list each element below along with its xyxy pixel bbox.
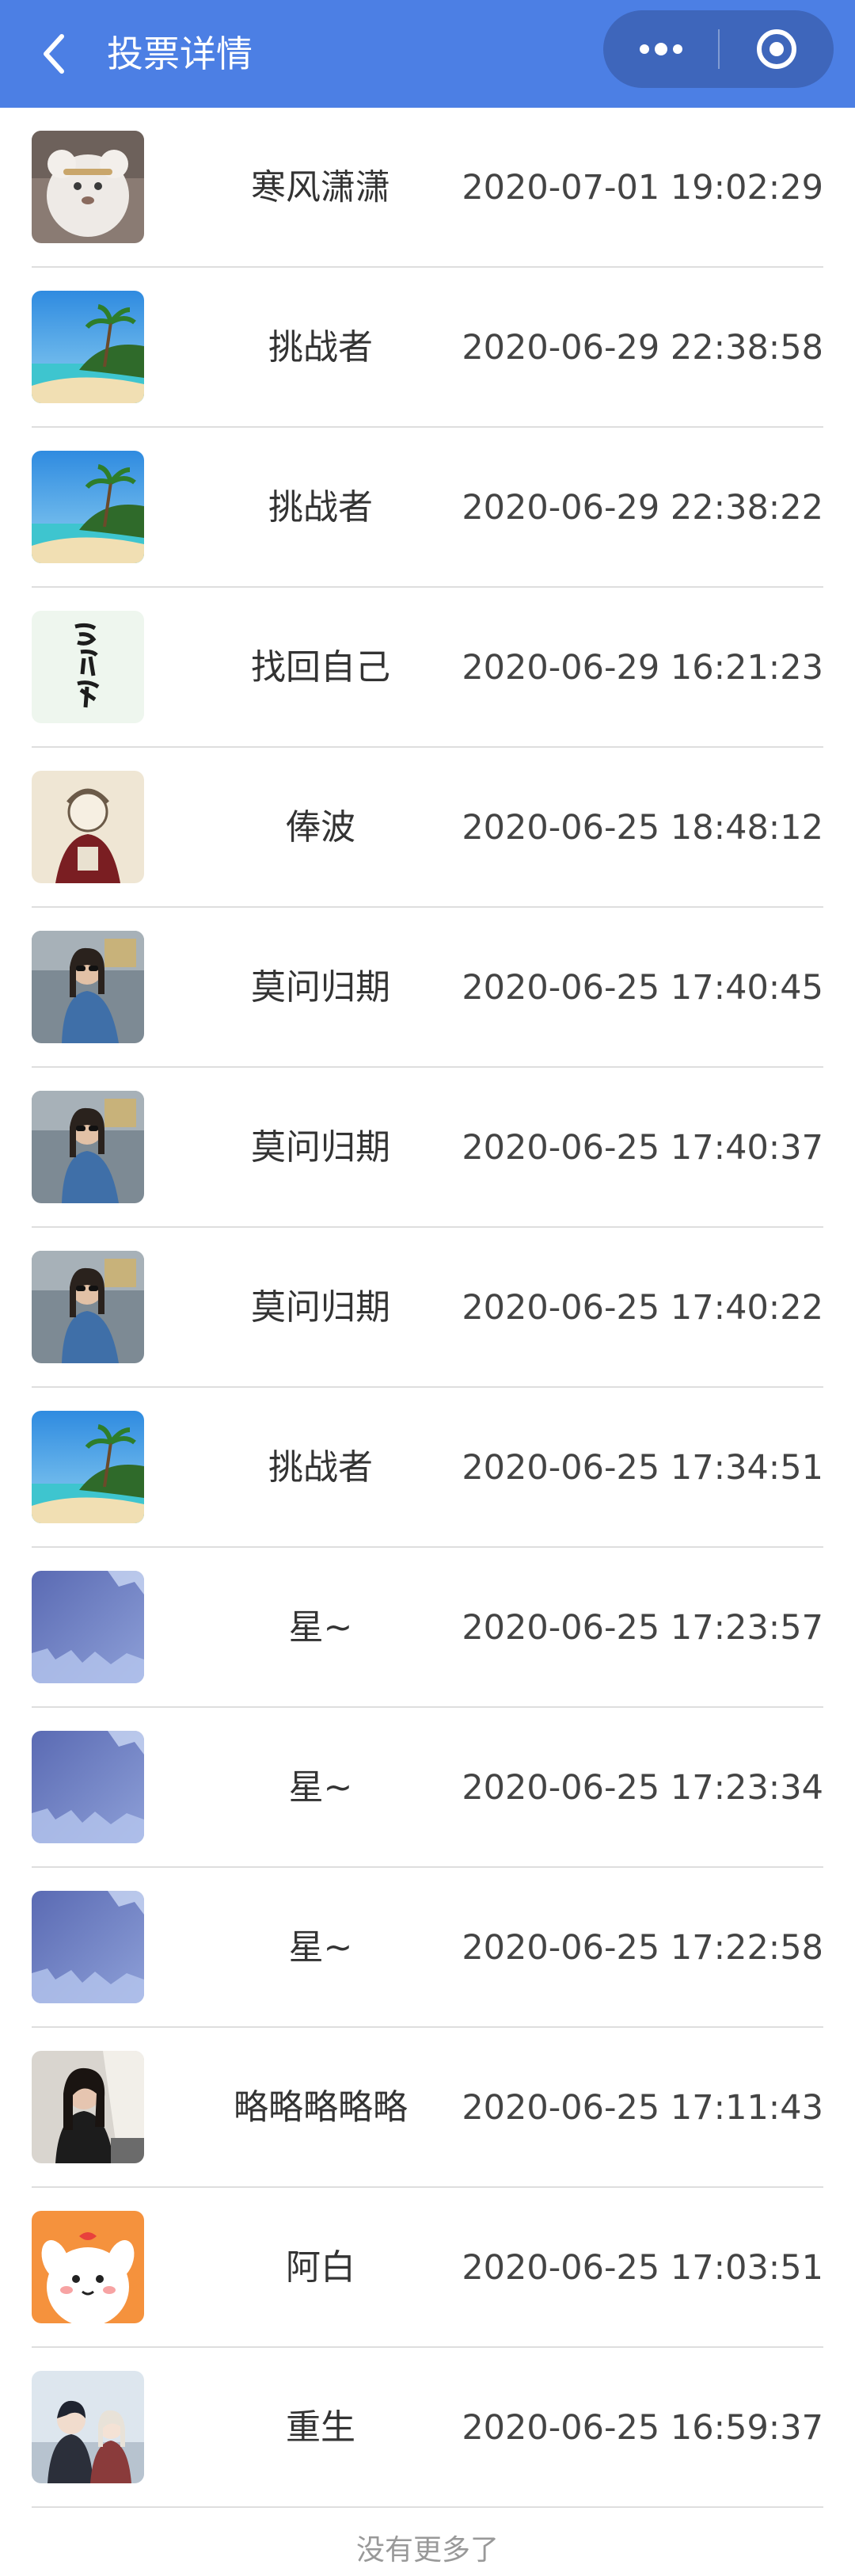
more-dots-icon	[639, 43, 682, 55]
voter-name: 莫问归期	[251, 1287, 390, 1328]
vote-time: 2020-06-25 17:40:37	[462, 1128, 823, 1168]
avatar[interactable]	[32, 2051, 144, 2163]
blue-abstract-avatar	[32, 1571, 144, 1683]
avatar[interactable]	[32, 1091, 144, 1203]
voter-name: 俸波	[286, 807, 355, 848]
vote-time: 2020-06-25 17:40:22	[462, 1288, 823, 1328]
woman-sunglasses-avatar	[32, 1251, 144, 1363]
page-title: 投票详情	[107, 32, 253, 75]
vote-row: 俸波 2020-06-25 18:48:12	[0, 748, 855, 908]
vote-time: 2020-07-01 19:02:29	[462, 168, 823, 208]
vote-row: 重生 2020-06-25 16:59:37	[0, 2348, 855, 2508]
vote-time: 2020-06-25 17:03:51	[462, 2248, 823, 2288]
vote-time: 2020-06-25 18:48:12	[462, 808, 823, 848]
avatar[interactable]	[32, 931, 144, 1043]
voter-name: 星~	[288, 1767, 353, 1808]
voter-name: 挑战者	[268, 1447, 373, 1488]
chevron-left-icon	[44, 34, 64, 74]
voter-name: 莫问归期	[251, 1127, 390, 1168]
avatar[interactable]	[32, 1411, 144, 1523]
beach-palm-avatar	[32, 451, 144, 563]
blue-abstract-avatar	[32, 1731, 144, 1843]
avatar[interactable]	[32, 1731, 144, 1843]
vote-row: 星~ 2020-06-25 17:23:57	[0, 1548, 855, 1708]
vote-row: 找回自己 2020-06-29 16:21:23	[0, 588, 855, 748]
voter-name: 阿白	[286, 2247, 355, 2288]
voter-name: 莫问归期	[251, 967, 390, 1008]
vote-row: 挑战者 2020-06-25 17:34:51	[0, 1388, 855, 1548]
vote-row: 莫问归期 2020-06-25 17:40:22	[0, 1228, 855, 1388]
vote-time: 2020-06-29 16:21:23	[462, 648, 823, 688]
avatar[interactable]	[32, 611, 144, 723]
vote-time: 2020-06-25 17:23:57	[462, 1608, 823, 1648]
avatar[interactable]	[32, 291, 144, 403]
vote-time: 2020-06-29 22:38:58	[462, 328, 823, 368]
mini-program-capsule	[603, 10, 834, 88]
avatar[interactable]	[32, 451, 144, 563]
vote-time: 2020-06-29 22:38:22	[462, 488, 823, 528]
vote-row: 挑战者 2020-06-29 22:38:58	[0, 268, 855, 428]
vote-time: 2020-06-25 17:23:34	[462, 1768, 823, 1808]
voter-name: 找回自己	[251, 647, 390, 688]
woman-sunglasses-avatar	[32, 1091, 144, 1203]
more-button[interactable]	[603, 10, 718, 88]
vote-time: 2020-06-25 16:59:37	[462, 2408, 823, 2448]
vote-row: 莫问归期 2020-06-25 17:40:37	[0, 1068, 855, 1228]
voter-name: 挑战者	[268, 487, 373, 528]
no-more-text: 没有更多了	[355, 2534, 499, 2566]
avatar[interactable]	[32, 1571, 144, 1683]
vote-time: 2020-06-25 17:40:45	[462, 968, 823, 1008]
woman-sunglasses-avatar	[32, 931, 144, 1043]
vote-row: 莫问归期 2020-06-25 17:40:45	[0, 908, 855, 1068]
avatar[interactable]	[32, 2211, 144, 2323]
cartoon-dog-avatar	[32, 2211, 144, 2323]
avatar[interactable]	[32, 1891, 144, 2003]
avatar[interactable]	[32, 131, 144, 243]
voter-name: 重生	[286, 2407, 355, 2448]
voter-name: 挑战者	[268, 327, 373, 368]
voter-name: 略略略略略	[234, 2087, 408, 2128]
vote-time: 2020-06-25 17:11:43	[462, 2088, 823, 2128]
voter-name: 星~	[288, 1607, 353, 1648]
vote-row: 星~ 2020-06-25 17:23:34	[0, 1708, 855, 1868]
vote-detail-page: 投票详情 寒风潇潇 2020-07-01 19:02:29 挑战者 2020-06-2…	[0, 0, 855, 2576]
avatar[interactable]	[32, 2371, 144, 2483]
blue-abstract-avatar	[32, 1891, 144, 2003]
top-navbar: 投票详情	[0, 0, 855, 108]
calligraphy-avatar	[32, 611, 144, 723]
avatar[interactable]	[32, 771, 144, 883]
avatar[interactable]	[32, 1251, 144, 1363]
vote-row: 星~ 2020-06-25 17:22:58	[0, 1868, 855, 2028]
target-circle-icon	[757, 29, 796, 69]
vote-row: 寒风潇潇 2020-07-01 19:02:29	[0, 108, 855, 268]
voter-name: 寒风潇潇	[251, 167, 390, 208]
anime-couple-avatar	[32, 2371, 144, 2483]
close-button[interactable]	[720, 10, 834, 88]
voter-name: 星~	[288, 1927, 353, 1968]
vote-row: 略略略略略 2020-06-25 17:11:43	[0, 2028, 855, 2188]
vote-row: 阿白 2020-06-25 17:03:51	[0, 2188, 855, 2348]
vote-time: 2020-06-25 17:22:58	[462, 1928, 823, 1968]
beach-palm-avatar	[32, 291, 144, 403]
fluffy-bear-avatar	[32, 131, 144, 243]
back-button[interactable]	[32, 22, 76, 86]
beach-palm-avatar	[32, 1411, 144, 1523]
sketch-portrait-avatar	[32, 771, 144, 883]
vote-row: 挑战者 2020-06-29 22:38:22	[0, 428, 855, 588]
vote-time: 2020-06-25 17:34:51	[462, 1448, 823, 1488]
vote-list: 寒风潇潇 2020-07-01 19:02:29 挑战者 2020-06-29 22:…	[0, 108, 855, 2508]
woman-dark-avatar	[32, 2051, 144, 2163]
